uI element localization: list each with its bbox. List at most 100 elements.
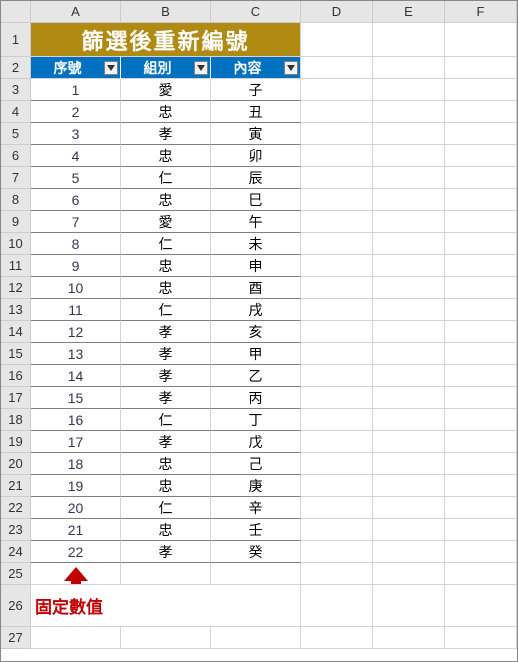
row-header-1[interactable]: 1 [1, 23, 31, 57]
cell-10-D[interactable] [301, 233, 373, 255]
cell-5-C[interactable]: 寅 [211, 123, 301, 145]
cell-11-C[interactable]: 申 [211, 255, 301, 277]
col-header-F[interactable]: F [445, 1, 517, 23]
cell-23-A[interactable]: 21 [31, 519, 121, 541]
cell-22-B[interactable]: 仁 [121, 497, 211, 519]
cell-19-D[interactable] [301, 431, 373, 453]
cell-25-E[interactable] [373, 563, 445, 585]
cell-10-C[interactable]: 未 [211, 233, 301, 255]
cell-27-A[interactable] [31, 627, 121, 649]
header-group[interactable]: 組別 [121, 57, 211, 79]
cell-20-C[interactable]: 己 [211, 453, 301, 475]
col-header-D[interactable]: D [301, 1, 373, 23]
row-header-23[interactable]: 23 [1, 519, 31, 541]
cell-7-E[interactable] [373, 167, 445, 189]
cell-6-F[interactable] [445, 145, 517, 167]
cell-16-A[interactable]: 14 [31, 365, 121, 387]
cell-19-F[interactable] [445, 431, 517, 453]
select-all-corner[interactable] [1, 1, 31, 23]
cell-11-A[interactable]: 9 [31, 255, 121, 277]
cell-7-C[interactable]: 辰 [211, 167, 301, 189]
cell-3-C[interactable]: 子 [211, 79, 301, 101]
cell-25-C[interactable] [211, 563, 301, 585]
cell-10-E[interactable] [373, 233, 445, 255]
cell-26-D[interactable] [301, 585, 373, 627]
cell-8-D[interactable] [301, 189, 373, 211]
cell-25-F[interactable] [445, 563, 517, 585]
cell-3-D[interactable] [301, 79, 373, 101]
col-header-A[interactable]: A [31, 1, 121, 23]
cell-6-B[interactable]: 忠 [121, 145, 211, 167]
cell-16-F[interactable] [445, 365, 517, 387]
cell-18-E[interactable] [373, 409, 445, 431]
cell-14-A[interactable]: 12 [31, 321, 121, 343]
cell-4-A[interactable]: 2 [31, 101, 121, 123]
cell-5-F[interactable] [445, 123, 517, 145]
row-header-22[interactable]: 22 [1, 497, 31, 519]
row-header-10[interactable]: 10 [1, 233, 31, 255]
row-header-13[interactable]: 13 [1, 299, 31, 321]
cell-10-F[interactable] [445, 233, 517, 255]
cell-26-F[interactable] [445, 585, 517, 627]
filter-dropdown-icon[interactable] [104, 61, 118, 75]
cell-14-F[interactable] [445, 321, 517, 343]
cell-23-B[interactable]: 忠 [121, 519, 211, 541]
row-header-25[interactable]: 25 [1, 563, 31, 585]
cell-12-B[interactable]: 忠 [121, 277, 211, 299]
cell-7-D[interactable] [301, 167, 373, 189]
cell-18-A[interactable]: 16 [31, 409, 121, 431]
cell-1-E[interactable] [373, 23, 445, 57]
row-header-3[interactable]: 3 [1, 79, 31, 101]
cell-3-F[interactable] [445, 79, 517, 101]
cell-21-A[interactable]: 19 [31, 475, 121, 497]
cell-8-C[interactable]: 巳 [211, 189, 301, 211]
cell-9-A[interactable]: 7 [31, 211, 121, 233]
cell-20-D[interactable] [301, 453, 373, 475]
cell-11-D[interactable] [301, 255, 373, 277]
cell-12-F[interactable] [445, 277, 517, 299]
cell-15-D[interactable] [301, 343, 373, 365]
row-header-14[interactable]: 14 [1, 321, 31, 343]
cell-2-E[interactable] [373, 57, 445, 79]
cell-5-E[interactable] [373, 123, 445, 145]
header-seq[interactable]: 序號 [31, 57, 121, 79]
cell-12-A[interactable]: 10 [31, 277, 121, 299]
cell-17-A[interactable]: 15 [31, 387, 121, 409]
cell-9-C[interactable]: 午 [211, 211, 301, 233]
cell-16-C[interactable]: 乙 [211, 365, 301, 387]
cell-22-C[interactable]: 辛 [211, 497, 301, 519]
cell-6-E[interactable] [373, 145, 445, 167]
cell-13-A[interactable]: 11 [31, 299, 121, 321]
cell-3-E[interactable] [373, 79, 445, 101]
cell-16-D[interactable] [301, 365, 373, 387]
cell-4-E[interactable] [373, 101, 445, 123]
cell-20-B[interactable]: 忠 [121, 453, 211, 475]
cell-16-E[interactable] [373, 365, 445, 387]
col-header-B[interactable]: B [121, 1, 211, 23]
cell-17-B[interactable]: 孝 [121, 387, 211, 409]
cell-27-B[interactable] [121, 627, 211, 649]
cell-24-E[interactable] [373, 541, 445, 563]
cell-10-B[interactable]: 仁 [121, 233, 211, 255]
col-header-C[interactable]: C [211, 1, 301, 23]
cell-8-B[interactable]: 忠 [121, 189, 211, 211]
cell-24-A[interactable]: 22 [31, 541, 121, 563]
cell-23-F[interactable] [445, 519, 517, 541]
row-header-9[interactable]: 9 [1, 211, 31, 233]
cell-14-E[interactable] [373, 321, 445, 343]
cell-15-C[interactable]: 甲 [211, 343, 301, 365]
cell-19-A[interactable]: 17 [31, 431, 121, 453]
cell-15-B[interactable]: 孝 [121, 343, 211, 365]
row-header-2[interactable]: 2 [1, 57, 31, 79]
cell-20-A[interactable]: 18 [31, 453, 121, 475]
filter-dropdown-icon[interactable] [194, 61, 208, 75]
cell-20-E[interactable] [373, 453, 445, 475]
row-header-18[interactable]: 18 [1, 409, 31, 431]
cell-18-B[interactable]: 仁 [121, 409, 211, 431]
cell-4-D[interactable] [301, 101, 373, 123]
row-header-11[interactable]: 11 [1, 255, 31, 277]
cell-24-B[interactable]: 孝 [121, 541, 211, 563]
row-header-8[interactable]: 8 [1, 189, 31, 211]
cell-12-D[interactable] [301, 277, 373, 299]
cell-13-F[interactable] [445, 299, 517, 321]
